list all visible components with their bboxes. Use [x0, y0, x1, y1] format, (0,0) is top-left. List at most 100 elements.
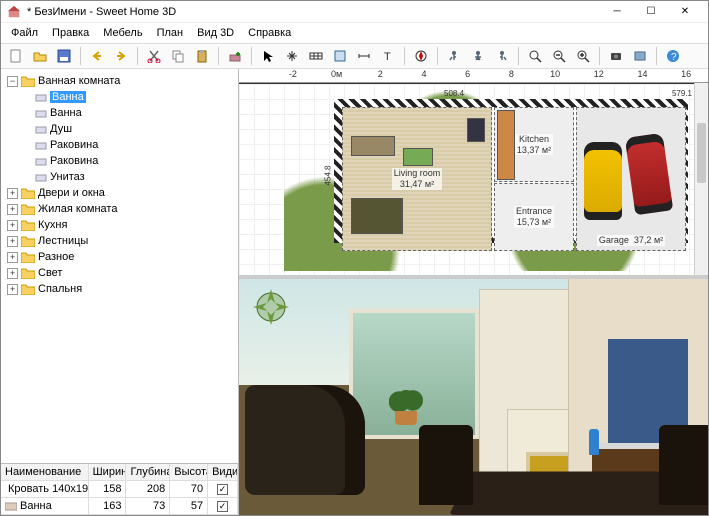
tree-item[interactable]: Ванна [3, 89, 236, 105]
tree-category[interactable]: +Двери и окна [3, 185, 236, 201]
expand-icon[interactable]: + [7, 204, 18, 215]
header-visible[interactable]: Видимость [208, 464, 238, 481]
tree-label: Раковина [50, 155, 98, 167]
header-width[interactable]: Ширина [89, 464, 127, 481]
human-right-icon[interactable] [491, 45, 513, 67]
copy-icon[interactable] [167, 45, 189, 67]
human-left-icon[interactable] [443, 45, 465, 67]
tree-label: Жилая комната [38, 203, 117, 215]
menu-help[interactable]: Справка [242, 25, 297, 41]
car-yellow[interactable] [584, 142, 622, 220]
pan-icon[interactable] [281, 45, 303, 67]
header-name[interactable]: Наименование [1, 464, 89, 481]
tree-item[interactable]: Раковина [3, 137, 236, 153]
header-depth[interactable]: Глубина [126, 464, 170, 481]
catalog-tree[interactable]: − Ванная комната ВаннаВаннаДушРаковинаРа… [1, 69, 238, 463]
settings-icon[interactable] [629, 45, 651, 67]
room-icon[interactable] [329, 45, 351, 67]
human-icon[interactable] [467, 45, 489, 67]
folder-icon [21, 235, 35, 247]
tree-category[interactable]: +Разное [3, 249, 236, 265]
chair-3d [419, 425, 473, 505]
camera-icon[interactable] [605, 45, 627, 67]
menu-edit[interactable]: Правка [46, 25, 95, 41]
tree-category[interactable]: + Лестницы [3, 233, 236, 249]
maximize-button[interactable]: ☐ [634, 2, 668, 22]
expand-icon[interactable]: + [7, 220, 18, 231]
menu-view3d[interactable]: Вид 3D [191, 25, 240, 41]
room-living[interactable]: Living room31,47 м² [342, 107, 492, 251]
expand-icon[interactable]: + [7, 252, 18, 263]
zoom-fit-icon[interactable] [524, 45, 546, 67]
table-row[interactable]: Кровать 140x19015820870✓ [1, 481, 238, 498]
help-icon[interactable]: ? [662, 45, 684, 67]
menu-file[interactable]: Файл [5, 25, 44, 41]
collapse-icon[interactable]: − [7, 76, 18, 87]
tree-label: Ванна [50, 91, 86, 103]
svg-text:?: ? [671, 52, 677, 63]
redo-icon[interactable] [110, 45, 132, 67]
tree-item[interactable]: Душ [3, 121, 236, 137]
menu-furniture[interactable]: Мебель [97, 25, 148, 41]
undo-icon[interactable] [86, 45, 108, 67]
house-outline: Living room31,47 м² Kitchen13,37 м² Entr… [334, 99, 688, 243]
tree-category[interactable]: + Свет [3, 265, 236, 281]
table-row[interactable]: Ванна1637357✓ [1, 498, 238, 515]
furniture-sofa[interactable] [351, 136, 395, 156]
pointer-icon[interactable] [257, 45, 279, 67]
tree-category[interactable]: +Спальня [3, 281, 236, 297]
visibility-checkbox[interactable]: ✓ [217, 501, 228, 512]
furniture-rug[interactable] [403, 148, 433, 166]
room-entrance[interactable]: Entrance15,73 м² [494, 183, 574, 251]
text-icon[interactable]: T [377, 45, 399, 67]
tree-category[interactable]: + Жилая комната [3, 201, 236, 217]
dimension-left: 454.8 [324, 165, 333, 185]
plan-scrollbar[interactable] [694, 83, 708, 275]
menu-plan[interactable]: План [151, 25, 190, 41]
zoom-in-icon[interactable] [572, 45, 594, 67]
table-header: Наименование Ширина Глубина Высота Видим… [1, 464, 238, 481]
room-kitchen[interactable]: Kitchen13,37 м² [494, 107, 574, 182]
dimension-icon[interactable] [353, 45, 375, 67]
cut-icon[interactable] [143, 45, 165, 67]
toolbar: T ? [1, 43, 708, 69]
tree-item[interactable]: Унитаз [3, 169, 236, 185]
titlebar: * БезИмени - Sweet Home 3D ─ ☐ ✕ [1, 1, 708, 23]
tree-category[interactable]: +Кухня [3, 217, 236, 233]
tree-item[interactable]: Ванна [3, 105, 236, 121]
view-3d[interactable] [239, 279, 708, 515]
minimize-button[interactable]: ─ [600, 2, 634, 22]
expand-icon[interactable]: + [7, 268, 18, 279]
folder-icon [21, 267, 35, 279]
furniture-table[interactable]: Наименование Ширина Глубина Высота Видим… [1, 463, 238, 515]
kitchen-counter[interactable] [497, 110, 515, 180]
paste-icon[interactable] [191, 45, 213, 67]
expand-icon[interactable]: + [7, 284, 18, 295]
add-furniture-icon[interactable] [224, 45, 246, 67]
plant-3d [389, 385, 423, 425]
furniture-icon [35, 91, 47, 103]
app-icon [7, 5, 21, 19]
visibility-checkbox[interactable]: ✓ [217, 484, 228, 495]
tree-item[interactable]: Раковина [3, 153, 236, 169]
close-button[interactable]: ✕ [668, 2, 702, 22]
expand-icon[interactable]: + [7, 236, 18, 247]
furniture-table[interactable] [351, 198, 403, 234]
furniture-armchair[interactable] [467, 118, 485, 142]
tree-label: Свет [38, 267, 62, 279]
plan-2d-view[interactable]: -20м246810121416 Living room31,47 м² Kit… [239, 69, 708, 279]
tree-label: Лестницы [38, 235, 88, 247]
save-icon[interactable] [53, 45, 75, 67]
header-height[interactable]: Высота [170, 464, 208, 481]
compass-icon[interactable] [410, 45, 432, 67]
expand-icon[interactable]: + [7, 188, 18, 199]
folder-icon [21, 251, 35, 263]
furniture-icon [35, 171, 47, 183]
open-icon[interactable] [29, 45, 51, 67]
new-icon[interactable] [5, 45, 27, 67]
window-title: * БезИмени - Sweet Home 3D [27, 6, 600, 18]
compass-3d-icon[interactable] [249, 285, 293, 329]
wall-icon[interactable] [305, 45, 327, 67]
tree-category-bathroom[interactable]: − Ванная комната [3, 73, 236, 89]
zoom-out-icon[interactable] [548, 45, 570, 67]
